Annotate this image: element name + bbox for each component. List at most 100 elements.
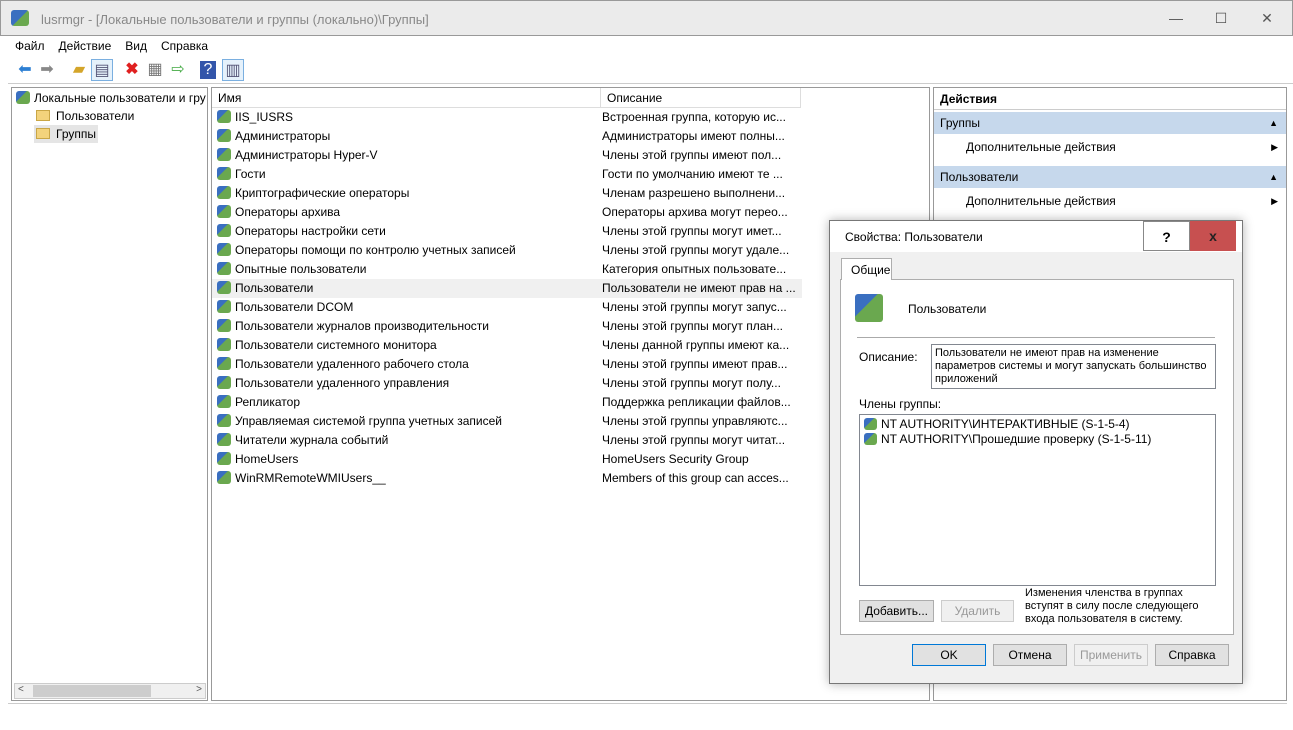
table-row[interactable]: Криптографические операторы Членам разреш… — [212, 184, 802, 203]
row-description: Члены этой группы могут план... — [602, 319, 783, 333]
row-description: Операторы архива могут перео... — [602, 205, 788, 219]
row-description: Члены этой группы могут читат... — [602, 433, 786, 447]
help-button[interactable]: ? — [1143, 221, 1190, 251]
group-icon — [217, 186, 231, 199]
table-row[interactable]: HomeUsers HomeUsers Security Group — [212, 450, 802, 469]
up-folder-icon[interactable]: ▰ — [68, 59, 90, 81]
group-icon — [217, 357, 231, 370]
collapse-icon[interactable]: ▲ — [1269, 166, 1278, 188]
remove-button[interactable]: Удалить — [941, 600, 1014, 622]
minimize-button[interactable]: — — [1154, 3, 1198, 33]
row-name: Криптографические операторы — [235, 186, 410, 200]
table-row[interactable]: Пользователи системного монитора Члены да… — [212, 336, 802, 355]
row-name: HomeUsers — [235, 452, 299, 466]
table-row[interactable]: Операторы архива Операторы архива могут п… — [212, 203, 802, 222]
dialog-close-button[interactable]: x — [1190, 221, 1236, 251]
apply-button[interactable]: Применить — [1074, 644, 1148, 666]
maximize-button[interactable]: ☐ — [1199, 3, 1243, 33]
more-actions-groups[interactable]: Дополнительные действия ▶ — [934, 136, 1286, 158]
row-name: Администраторы Hyper-V — [235, 148, 378, 162]
row-description: Члены этой группы могут удале... — [602, 243, 790, 257]
show-action-pane-icon[interactable]: ▥ — [222, 59, 244, 81]
table-row[interactable]: Администраторы Администраторы имеют полны… — [212, 127, 802, 146]
member-item[interactable]: NT AUTHORITY\Прошедшие проверку (S-1-5-1… — [860, 432, 1215, 449]
row-description: HomeUsers Security Group — [602, 452, 749, 466]
table-row[interactable]: Читатели журнала событий Члены этой групп… — [212, 431, 802, 450]
show-tree-icon[interactable]: ▤ — [91, 59, 113, 81]
table-row[interactable]: Операторы помощи по контролю учетных зап… — [212, 241, 802, 260]
forward-icon[interactable]: ➡ — [36, 59, 58, 81]
column-header-description[interactable]: Описание — [601, 88, 801, 108]
actions-section-groups[interactable]: Группы ▲ — [934, 112, 1286, 134]
group-icon — [217, 205, 231, 218]
table-row[interactable]: Гости Гости по умолчанию имеют те ... — [212, 165, 802, 184]
group-icon — [217, 129, 231, 142]
tree-item-groups[interactable]: Группы — [34, 125, 98, 143]
group-icon — [217, 167, 231, 180]
group-icon — [217, 281, 231, 294]
column-header-name[interactable]: Имя — [212, 88, 601, 108]
window-title: lusrmgr - [Локальные пользователи и груп… — [41, 12, 429, 27]
row-name: IIS_IUSRS — [235, 110, 294, 124]
collapse-icon[interactable]: ▲ — [1269, 112, 1278, 134]
menu-action[interactable]: Действие — [52, 36, 119, 56]
divider — [857, 337, 1215, 338]
add-button[interactable]: Добавить... — [859, 600, 934, 622]
scroll-thumb[interactable] — [33, 685, 151, 697]
member-item[interactable]: NT AUTHORITY\ИНТЕРАКТИВНЫЕ (S-1-5-4) — [860, 415, 1215, 432]
tree-root[interactable]: Локальные пользователи и группы (локальн… — [16, 89, 206, 107]
section-label: Пользователи — [940, 170, 1019, 184]
close-button[interactable]: ✕ — [1245, 3, 1289, 33]
help-icon[interactable]: ? — [200, 61, 216, 79]
export-icon[interactable]: ⇨ — [167, 59, 189, 81]
group-icon — [217, 433, 231, 446]
group-icon — [217, 376, 231, 389]
delete-icon[interactable]: ✖ — [121, 59, 143, 81]
row-name: Читатели журнала событий — [235, 433, 389, 447]
computer-users-icon — [16, 91, 30, 104]
row-name: WinRMRemoteWMIUsers__ — [235, 471, 386, 485]
description-field[interactable]: Пользователи не имеют прав на изменение … — [931, 344, 1216, 389]
table-row[interactable]: IIS_IUSRS Встроенная группа, которую ис..… — [212, 108, 802, 127]
group-icon — [217, 224, 231, 237]
menu-view[interactable]: Вид — [118, 36, 154, 56]
table-row[interactable]: Пользователи DCOM Члены этой группы могут… — [212, 298, 802, 317]
row-description: Члены данной группы имеют ка... — [602, 338, 790, 352]
tree-pane: Локальные пользователи и группы (локальн… — [11, 87, 208, 701]
table-row[interactable]: Репликатор Поддержка репликации файлов... — [212, 393, 802, 412]
table-row[interactable]: Операторы настройки сети Члены этой групп… — [212, 222, 802, 241]
group-icon — [855, 294, 883, 322]
group-icon — [217, 110, 231, 123]
table-row[interactable]: Опытные пользователи Категория опытных по… — [212, 260, 802, 279]
tab-panel: Пользователи Описание: Пользователи не и… — [840, 279, 1234, 635]
help-dialog-button[interactable]: Справка — [1155, 644, 1229, 666]
table-row[interactable]: Администраторы Hyper-V Члены этой группы … — [212, 146, 802, 165]
properties-icon[interactable]: ▦ — [144, 59, 166, 81]
actions-section-users[interactable]: Пользователи ▲ — [934, 166, 1286, 188]
more-actions-users[interactable]: Дополнительные действия ▶ — [934, 190, 1286, 212]
row-name: Опытные пользователи — [235, 262, 367, 276]
table-row[interactable]: WinRMRemoteWMIUsers__ Members of this gro… — [212, 469, 802, 488]
tree-item-users[interactable]: Пользователи — [36, 107, 134, 125]
tab-general[interactable]: Общие — [841, 258, 892, 280]
menu-help[interactable]: Справка — [154, 36, 215, 56]
back-icon[interactable]: ⬅ — [14, 59, 36, 81]
status-bar — [8, 703, 1287, 723]
table-row[interactable]: Пользователи удаленного рабочего стола Чл… — [212, 355, 802, 374]
group-icon — [217, 243, 231, 256]
table-row[interactable]: Управляемая системой группа учетных запи… — [212, 412, 802, 431]
row-name: Пользователи удаленного управления — [235, 376, 450, 390]
ok-button[interactable]: OK — [912, 644, 986, 666]
table-row[interactable]: Пользователи Пользователи не имеют прав н… — [212, 279, 802, 298]
table-row[interactable]: Пользователи удаленного управления Члены … — [212, 374, 802, 393]
members-list[interactable]: NT AUTHORITY\ИНТЕРАКТИВНЫЕ (S-1-5-4) NT … — [859, 414, 1216, 586]
scroll-left-icon[interactable]: < — [18, 684, 24, 695]
group-icon — [217, 395, 231, 408]
scroll-right-icon[interactable]: > — [196, 684, 202, 695]
action-label: Дополнительные действия — [966, 194, 1116, 208]
table-row[interactable]: Пользователи журналов производительности… — [212, 317, 802, 336]
cancel-button[interactable]: Отмена — [993, 644, 1067, 666]
horizontal-scrollbar[interactable]: < > — [14, 683, 206, 699]
folder-icon — [36, 128, 50, 139]
menu-file[interactable]: Файл — [8, 36, 52, 56]
